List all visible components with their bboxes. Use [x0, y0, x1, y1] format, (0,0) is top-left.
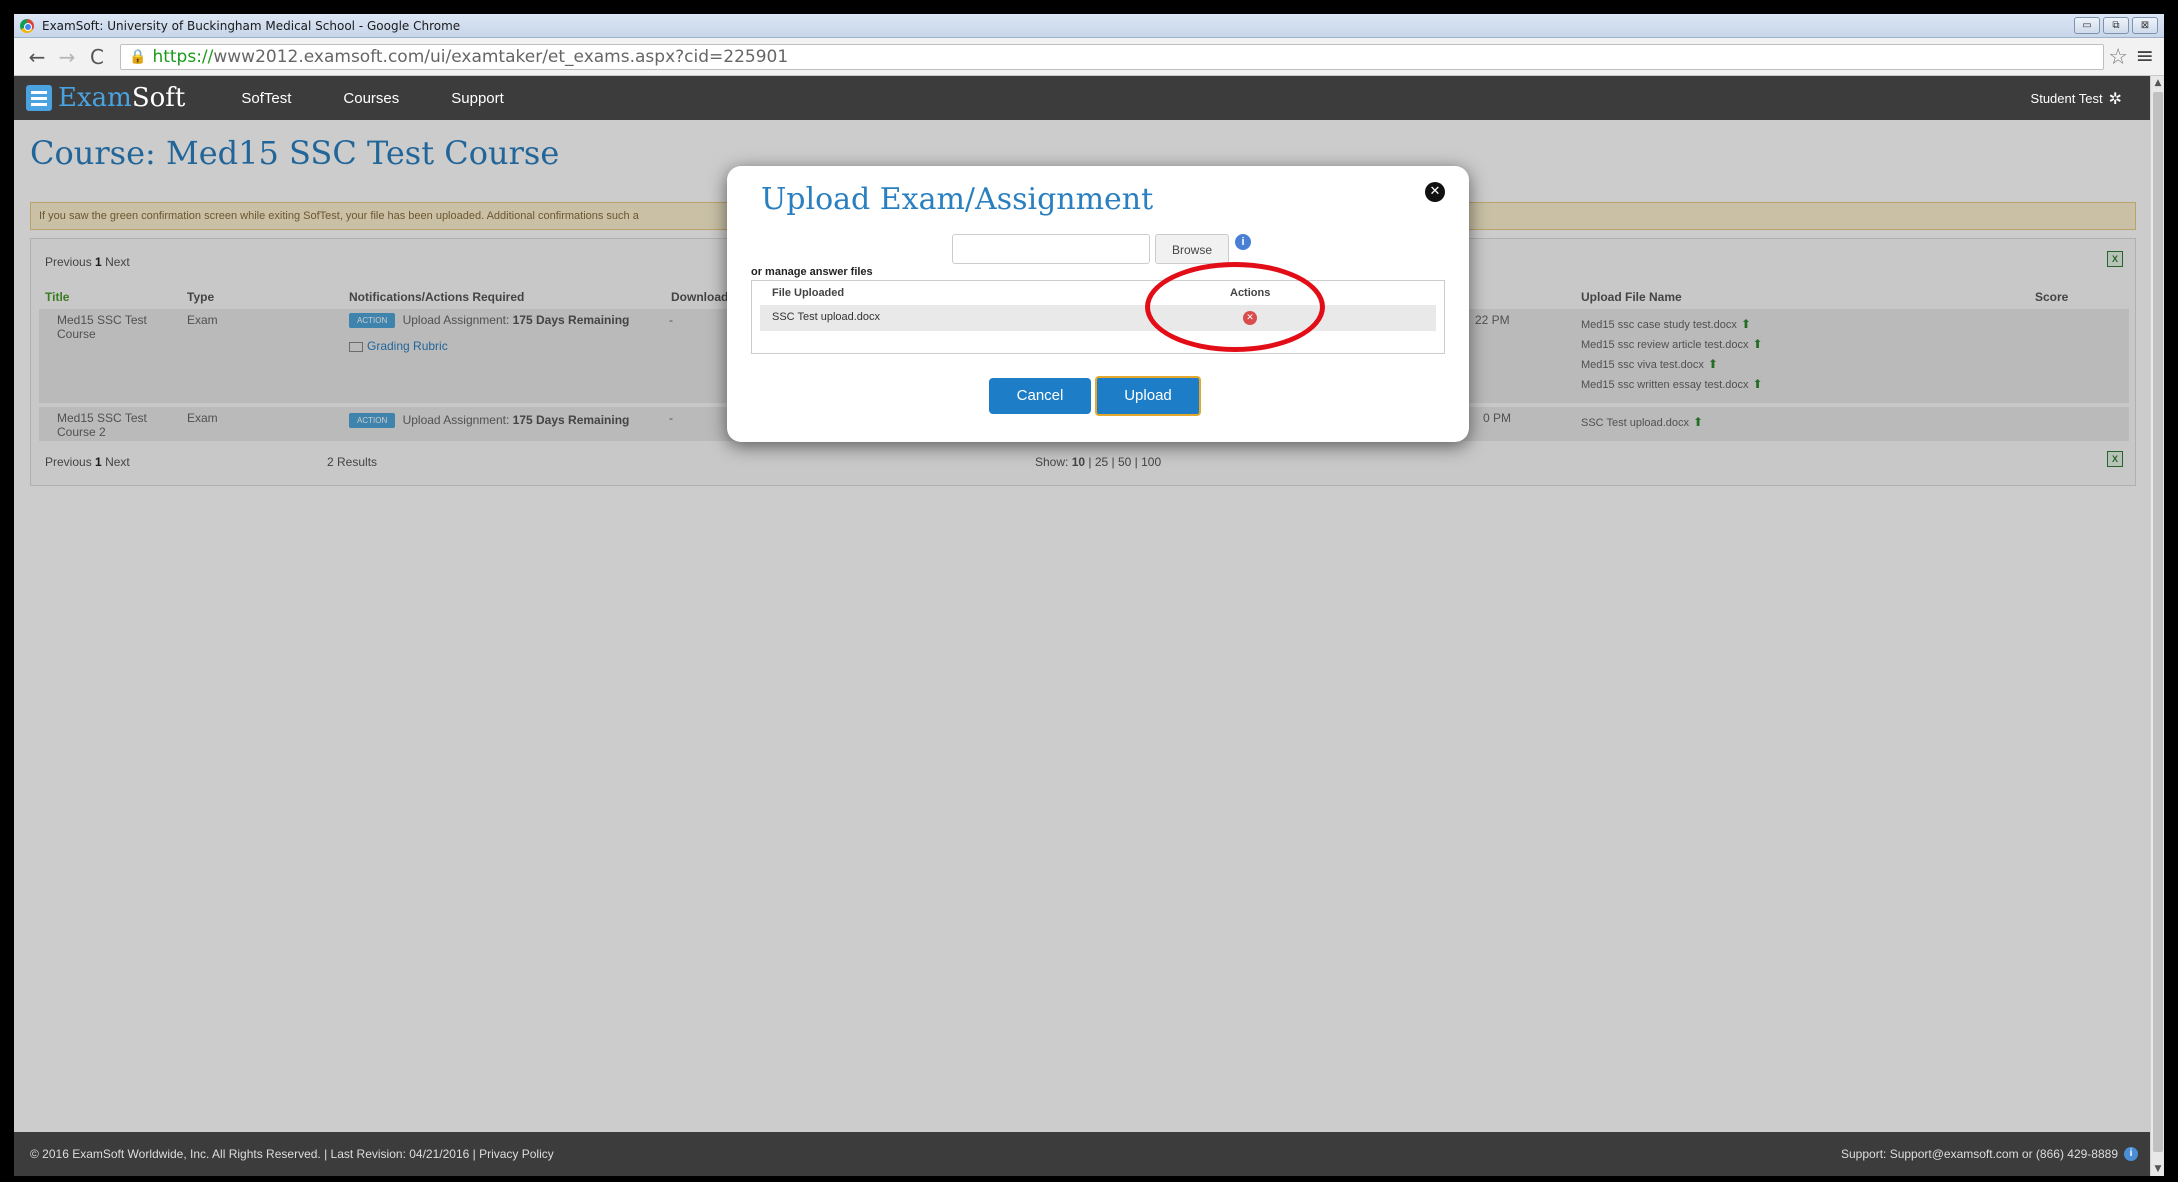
- logo-exam-text: Exam: [58, 83, 132, 113]
- highlight-annotation: [1145, 262, 1325, 352]
- info-icon[interactable]: i: [1235, 234, 1251, 250]
- file-path-input[interactable]: [952, 234, 1150, 264]
- scroll-down-icon[interactable]: ▼: [2151, 1162, 2164, 1176]
- url-field[interactable]: 🔒 https://www2012.examsoft.com/ui/examta…: [120, 43, 2104, 70]
- logo-menu-icon: [26, 85, 52, 111]
- logo-soft-text: Soft: [131, 83, 186, 113]
- browse-button[interactable]: Browse: [1155, 234, 1229, 264]
- nav-softest[interactable]: SofTest: [241, 90, 291, 107]
- lock-icon: 🔒: [129, 48, 147, 65]
- reload-icon[interactable]: C: [82, 45, 112, 69]
- manage-files-label: or manage answer files: [751, 266, 873, 278]
- footer-copyright: © 2016 ExamSoft Worldwide, Inc. All Righ…: [30, 1147, 554, 1161]
- close-window-icon[interactable]: ⊠: [2132, 17, 2158, 34]
- minimize-icon[interactable]: ▭: [2074, 17, 2100, 34]
- page-scrollbar[interactable]: ▲ ▼: [2150, 76, 2164, 1176]
- footer-support: Support: Support@examsoft.com or (866) 4…: [1841, 1147, 2138, 1161]
- answer-files-table: File Uploaded Actions SSC Test upload.do…: [751, 280, 1445, 354]
- restore-icon[interactable]: ⧉: [2103, 17, 2129, 34]
- back-icon[interactable]: ←: [22, 45, 52, 69]
- forward-icon[interactable]: →: [52, 45, 82, 69]
- nav-support[interactable]: Support: [451, 90, 504, 107]
- cancel-button[interactable]: Cancel: [989, 378, 1091, 414]
- examsoft-logo[interactable]: ExamSoft: [26, 83, 185, 113]
- support-contact[interactable]: Support: Support@examsoft.com or (866) 4…: [1841, 1147, 2118, 1161]
- address-bar: ← → C 🔒 https://www2012.examsoft.com/ui/…: [14, 38, 2164, 76]
- gear-icon[interactable]: ✲: [2109, 89, 2122, 108]
- chrome-icon: [20, 18, 34, 33]
- app-navbar: ExamSoft SofTest Courses Support Student…: [14, 76, 2150, 120]
- window-controls: ▭ ⧉ ⊠: [2074, 17, 2158, 34]
- window-title: ExamSoft: University of Buckingham Medic…: [42, 18, 461, 33]
- col-file-uploaded: File Uploaded: [772, 287, 845, 299]
- url-path: www2012.examsoft.com/ui/examtaker/et_exa…: [213, 46, 789, 67]
- bookmark-star-icon[interactable]: ☆: [2108, 45, 2128, 70]
- browser-window: ExamSoft: University of Buckingham Medic…: [14, 14, 2164, 1176]
- page-footer: © 2016 ExamSoft Worldwide, Inc. All Righ…: [14, 1132, 2150, 1176]
- user-menu[interactable]: Student Test ✲: [2031, 89, 2122, 108]
- dialog-title: Upload Exam/Assignment: [761, 182, 1154, 217]
- answer-file-name: SSC Test upload.docx: [772, 311, 881, 323]
- upload-dialog: Upload Exam/Assignment ✕ Browse i or man…: [727, 166, 1469, 442]
- info-icon[interactable]: i: [2124, 1147, 2138, 1161]
- upload-button[interactable]: Upload: [1095, 376, 1201, 416]
- scroll-thumb[interactable]: [2153, 92, 2163, 1152]
- nav-courses[interactable]: Courses: [343, 90, 399, 107]
- scroll-up-icon[interactable]: ▲: [2151, 76, 2164, 90]
- answer-file-row: SSC Test upload.docx ✕: [760, 305, 1436, 331]
- close-icon[interactable]: ✕: [1425, 182, 1445, 202]
- chrome-menu-icon[interactable]: ≡: [2136, 44, 2154, 69]
- user-name: Student Test: [2030, 91, 2103, 106]
- window-titlebar: ExamSoft: University of Buckingham Medic…: [14, 14, 2164, 38]
- url-scheme: https://: [152, 46, 214, 67]
